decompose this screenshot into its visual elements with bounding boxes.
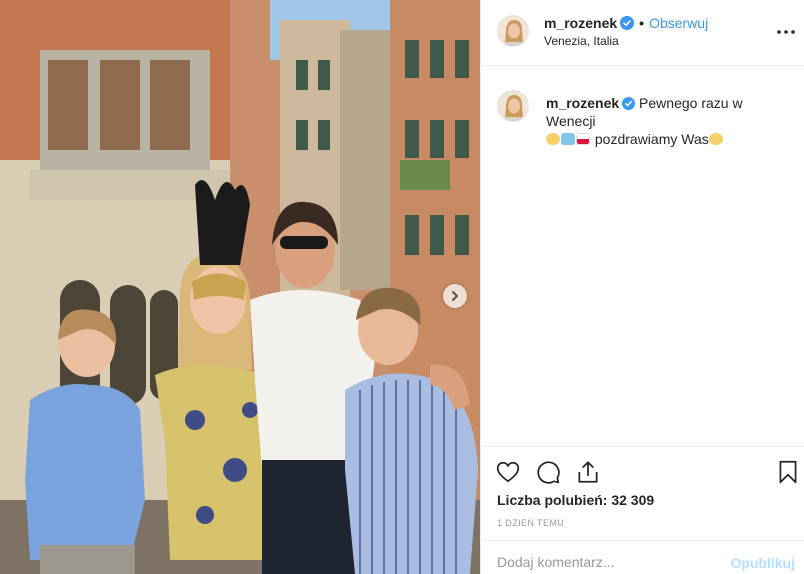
avatar-image — [498, 16, 528, 46]
header-user-line: m_rozenek • Obserwuj — [544, 15, 708, 31]
face-emoji-icon — [546, 133, 560, 145]
caption-username-link[interactable]: m_rozenek — [546, 95, 619, 111]
bookmark-icon — [779, 460, 797, 484]
masks-emoji-icon — [561, 133, 575, 145]
heart-icon — [496, 461, 520, 483]
comment-input[interactable] — [497, 554, 717, 570]
post-header: m_rozenek • Obserwuj Venezia, Italia — [481, 0, 804, 66]
post-side-panel: m_rozenek • Obserwuj Venezia, Italia m_r… — [480, 0, 804, 574]
caption-comment: m_rozenek Pewnego razu w Wenecji pozdraw… — [497, 90, 794, 148]
comment-icon — [537, 461, 560, 484]
flag-emoji-icon — [576, 133, 590, 145]
avatar[interactable] — [497, 15, 529, 47]
caption-text-block: m_rozenek Pewnego razu w Wenecji pozdraw… — [546, 90, 794, 148]
separator-dot: • — [639, 15, 645, 31]
verified-badge-icon — [620, 16, 635, 30]
share-button[interactable] — [575, 459, 601, 485]
like-button[interactable] — [495, 459, 521, 485]
chevron-right-icon — [452, 291, 458, 301]
caption-text-line2: pozdrawiamy Was — [594, 131, 709, 147]
verified-badge-icon — [622, 97, 636, 110]
kiss-emoji-icon — [708, 133, 723, 145]
avatar[interactable] — [497, 90, 529, 122]
follow-button[interactable]: Obserwuj — [649, 15, 708, 31]
save-button[interactable] — [775, 459, 801, 485]
next-photo-button[interactable] — [443, 284, 467, 308]
avatar-image — [498, 91, 528, 121]
post-photo[interactable] — [0, 0, 480, 574]
add-comment-section: Opublikuj — [481, 540, 804, 574]
more-options-button[interactable] — [776, 22, 796, 42]
post-photo-image — [0, 0, 480, 574]
location-link[interactable]: Venezia, Italia — [544, 34, 619, 48]
share-icon — [578, 461, 598, 483]
publish-button[interactable]: Opublikuj — [730, 555, 795, 571]
post-timestamp[interactable]: 1 DZIEŃ TEMU — [497, 518, 564, 528]
more-options-icon — [777, 30, 795, 34]
username-link[interactable]: m_rozenek — [544, 15, 617, 31]
likes-count[interactable]: Liczba polubień: 32 309 — [497, 492, 654, 508]
comment-button[interactable] — [535, 459, 561, 485]
